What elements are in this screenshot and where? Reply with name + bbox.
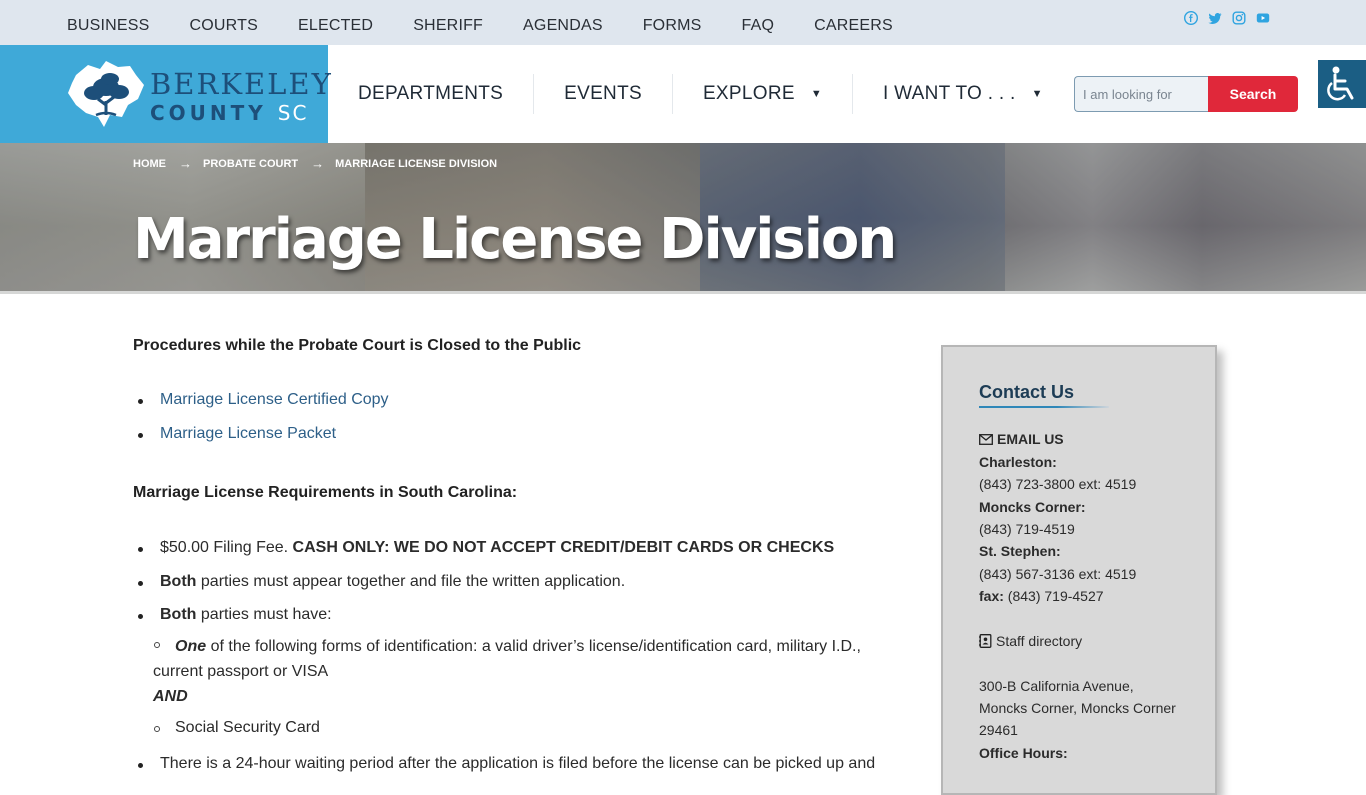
st-stephen-phone[interactable]: (843) 567-3136 ext: 4519 <box>979 566 1136 582</box>
address-line-3: 29461 <box>979 722 1018 738</box>
utility-nav: BUSINESS COURTS ELECTED SHERIFF AGENDAS … <box>67 17 933 35</box>
fee-cash-only: CASH ONLY: WE DO NOT ACCEPT CREDIT/DEBIT… <box>292 539 835 556</box>
charleston-phone[interactable]: (843) 723-3800 ext: 4519 <box>979 476 1136 492</box>
county-map-tree-icon <box>68 61 144 127</box>
requirements-list: $50.00 Filing Fee. CASH ONLY: WE DO NOT … <box>133 538 913 625</box>
list-item: Social Security Card <box>153 718 913 738</box>
list-item: Marriage License Packet <box>133 424 913 444</box>
envelope-icon <box>979 434 993 445</box>
staff-directory-link[interactable]: Staff directory <box>979 633 1082 649</box>
nav-events[interactable]: EVENTS <box>534 74 673 114</box>
breadcrumb-current: MARRIAGE LICENSE DIVISION <box>335 157 498 170</box>
main-nav: DEPARTMENTS EVENTS EXPLORE ▼ I WANT TO . … <box>328 45 1073 143</box>
email-label: EMAIL US <box>997 431 1064 447</box>
fax-label: fax: <box>979 588 1004 604</box>
facebook-icon[interactable] <box>1183 10 1199 26</box>
list-item: Marriage License Certified Copy <box>133 390 913 410</box>
utility-link-careers[interactable]: CAREERS <box>814 17 893 35</box>
arrow-right-icon: → <box>311 156 325 171</box>
id-one: One <box>175 638 207 655</box>
ssn-text: Social Security Card <box>175 719 320 736</box>
address-line-1: 300-B California Avenue, <box>979 678 1134 694</box>
ssn-requirement: Social Security Card <box>153 718 913 738</box>
utility-link-sheriff[interactable]: SHERIFF <box>413 17 483 35</box>
waiting-period-text: There is a 24-hour waiting period after … <box>160 755 876 772</box>
site-header: BERKELEY COUNTY SC DEPARTMENTS EVENTS EX… <box>0 45 1366 143</box>
charleston-label: Charleston: <box>979 454 1057 470</box>
address-line-2: Moncks Corner, Moncks Corner <box>979 700 1176 716</box>
instagram-icon[interactable] <box>1232 10 1246 25</box>
certified-copy-link[interactable]: Marriage License Certified Copy <box>160 391 389 408</box>
license-packet-link[interactable]: Marriage License Packet <box>160 425 336 442</box>
caret-down-icon: ▼ <box>810 88 822 100</box>
office-hours-label: Office Hours: <box>979 745 1068 761</box>
id-requirements: One of the following forms of identifica… <box>153 634 913 659</box>
social-links <box>1183 10 1270 26</box>
id-forms-text: of the following forms of identification… <box>210 638 861 655</box>
st-stephen-label: St. Stephen: <box>979 543 1061 559</box>
wheelchair-icon <box>1327 66 1354 101</box>
address-book-icon <box>979 634 992 648</box>
nav-departments[interactable]: DEPARTMENTS <box>328 74 535 114</box>
brand-state: SC <box>277 101 309 125</box>
nav-departments-label: DEPARTMENTS <box>358 83 504 104</box>
utility-bar: BUSINESS COURTS ELECTED SHERIFF AGENDAS … <box>0 0 1366 45</box>
id-forms-continued: current passport or VISA <box>153 663 329 680</box>
requirements-heading: Marriage License Requirements in South C… <box>133 484 518 501</box>
brand-subtitle: COUNTY SC <box>150 101 308 125</box>
main-content: Procedures while the Probate Court is Cl… <box>133 336 913 774</box>
fax-phone: (843) 719-4527 <box>1007 588 1104 604</box>
utility-link-agendas[interactable]: AGENDAS <box>523 17 603 35</box>
utility-link-faq[interactable]: FAQ <box>741 17 774 35</box>
list-item: There is a 24-hour waiting period after … <box>133 754 913 774</box>
utility-link-business[interactable]: BUSINESS <box>67 17 150 35</box>
utility-link-forms[interactable]: FORMS <box>643 17 702 35</box>
hero-divider <box>0 291 1366 294</box>
moncks-corner-label: Moncks Corner: <box>979 499 1086 515</box>
brand-name: BERKELEY <box>150 67 333 101</box>
search-input[interactable] <box>1074 76 1208 112</box>
contact-heading: Contact Us <box>979 382 1075 402</box>
arrow-right-icon: → <box>179 156 192 171</box>
and-label: AND <box>153 684 913 710</box>
list-item: Both parties must have: <box>133 605 913 625</box>
list-item: $50.00 Filing Fee. CASH ONLY: WE DO NOT … <box>133 538 913 558</box>
search-button[interactable]: Search <box>1208 76 1298 112</box>
nav-i-want-to-label: I WANT TO . . . <box>883 83 1016 104</box>
procedures-heading: Procedures while the Probate Court is Cl… <box>133 337 582 354</box>
youtube-icon[interactable] <box>1256 10 1270 24</box>
brand-county: COUNTY <box>150 101 267 125</box>
nav-explore[interactable]: EXPLORE ▼ <box>673 74 853 114</box>
appear-together-text: parties must appear together and file th… <box>200 573 626 590</box>
fax-line: fax: (843) 719-4527 <box>979 588 1104 604</box>
page-title: Marriage License Division <box>133 207 897 272</box>
heading-underline <box>979 406 1109 408</box>
breadcrumb-probate-court[interactable]: PROBATE COURT <box>203 158 298 170</box>
parties-must-have-text: parties must have: <box>200 606 332 623</box>
moncks-corner-phone[interactable]: (843) 719-4519 <box>979 521 1075 537</box>
email-link[interactable]: EMAIL US <box>979 431 1064 447</box>
both-label: Both <box>160 606 197 623</box>
fee-text: $50.00 Filing Fee. <box>160 539 289 556</box>
utility-link-elected[interactable]: ELECTED <box>298 17 373 35</box>
hero-banner: HOME → PROBATE COURT → MARRIAGE LICENSE … <box>0 143 1366 294</box>
utility-link-courts[interactable]: COURTS <box>190 17 258 35</box>
breadcrumb: HOME → PROBATE COURT → MARRIAGE LICENSE … <box>133 156 497 171</box>
nav-explore-label: EXPLORE <box>702 83 795 104</box>
nav-events-label: EVENTS <box>564 83 642 104</box>
accessibility-button[interactable] <box>1318 60 1366 108</box>
contact-sidebar: Contact Us EMAIL US Charleston: (843) 72… <box>941 345 1217 795</box>
list-item: Both parties must appear together and fi… <box>133 572 913 592</box>
list-item: One of the following forms of identifica… <box>153 634 913 659</box>
twitter-icon[interactable] <box>1208 10 1222 24</box>
waiting-list: There is a 24-hour waiting period after … <box>133 754 913 774</box>
logo[interactable]: BERKELEY COUNTY SC <box>0 45 331 143</box>
caret-down-icon: ▼ <box>1031 88 1043 100</box>
breadcrumb-home[interactable]: HOME <box>133 158 166 170</box>
staff-directory-label: Staff directory <box>996 633 1083 649</box>
procedure-links: Marriage License Certified Copy Marriage… <box>133 390 913 444</box>
both-label: Both <box>160 573 197 590</box>
and-text: AND <box>153 688 188 705</box>
nav-i-want-to[interactable]: I WANT TO . . . ▼ <box>853 74 1073 114</box>
